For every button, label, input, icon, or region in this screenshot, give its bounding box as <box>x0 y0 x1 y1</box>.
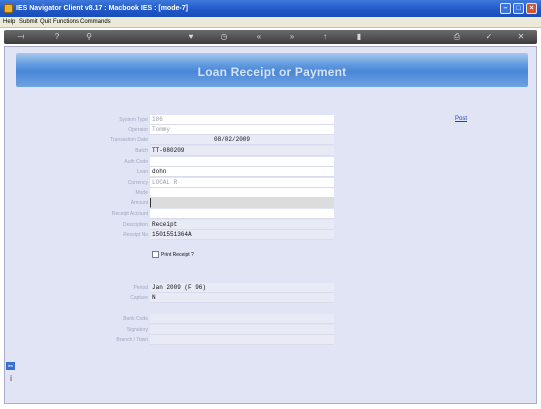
field-label: System Type <box>119 117 148 123</box>
signatory-field[interactable] <box>150 325 334 335</box>
transaction-date-field[interactable]: 08/02/2009 <box>150 135 334 145</box>
menu-submit[interactable]: Submit <box>19 19 38 25</box>
form-row-period: Period Jan 2009 (F 96) <box>80 283 334 293</box>
mode-field[interactable] <box>150 188 334 198</box>
post-link[interactable]: Post <box>455 116 467 122</box>
menu-bar: Help Submit Quit Functions Commands <box>0 17 541 28</box>
field-label: Bank Code <box>123 316 148 322</box>
close-icon[interactable]: ✕ <box>516 32 526 42</box>
description-field[interactable]: Receipt <box>150 220 334 230</box>
form-row-auth-code: Auth Code <box>80 157 334 167</box>
app-icon <box>4 4 13 13</box>
print-receipt-checkbox[interactable] <box>152 251 159 258</box>
batch-field[interactable]: TT-080209 <box>150 146 334 156</box>
ies-badge-icon[interactable]: ies <box>6 362 15 370</box>
form-row-receipt-account: Receipt Account <box>80 209 334 219</box>
document-icon[interactable]: ▮ <box>354 32 364 42</box>
clock-icon[interactable]: ◷ <box>219 32 229 42</box>
bank-code-field[interactable] <box>150 314 334 324</box>
title-bar: IES Navigator Client v8.17 : Macbook IES… <box>0 0 541 17</box>
print-receipt-label: Print Receipt ? <box>161 252 194 258</box>
form-row-mode: Mode <box>80 188 334 198</box>
help-icon[interactable]: ? <box>52 32 62 42</box>
receipt-no-field[interactable]: 1501551364A <box>150 230 334 240</box>
form-row-transaction-date: Transaction Date 08/02/2009 <box>80 135 334 145</box>
form-row-capture: Capture N <box>80 293 334 303</box>
form-row-bank-code: Bank Code <box>80 314 334 324</box>
close-window-button[interactable]: × <box>526 3 537 14</box>
amount-field[interactable] <box>150 198 334 208</box>
field-label: Receipt Account <box>111 211 148 217</box>
field-label: Operator <box>128 127 148 133</box>
menu-help[interactable]: Help <box>3 19 15 25</box>
field-label: Description <box>122 222 148 228</box>
form-row-batch: Batch TT-080209 <box>80 146 334 156</box>
field-label: Mode <box>135 190 148 196</box>
form-row-branch: Branch / Town <box>80 335 334 345</box>
exit-icon[interactable]: ⟞ <box>12 32 30 42</box>
menu-quit[interactable]: Quit <box>40 19 51 25</box>
period-field[interactable]: Jan 2009 (F 96) <box>150 283 334 293</box>
field-label: Branch / Town <box>116 337 148 343</box>
form-row-operator: Operator Tommy <box>80 125 334 135</box>
confirm-icon[interactable]: ✓ <box>484 32 494 42</box>
window-title: IES Navigator Client v8.17 : Macbook IES… <box>16 5 188 12</box>
form-row-currency: Currency LOCAL R <box>80 178 334 188</box>
form-row-loan: Loan dohn <box>80 167 334 177</box>
field-label: Loan <box>136 169 148 175</box>
field-label: Signatory <box>126 327 148 333</box>
capture-field[interactable]: N <box>150 293 334 303</box>
field-label: Auth Code <box>124 159 148 165</box>
menu-functions[interactable]: Functions <box>53 19 79 25</box>
branch-field[interactable] <box>150 335 334 345</box>
page-title: Loan Receipt or Payment <box>197 65 347 79</box>
field-label: Currency <box>127 180 148 186</box>
system-type-field[interactable]: 186 <box>150 115 334 125</box>
info-icon[interactable]: i <box>8 374 14 384</box>
back-icon[interactable]: « <box>254 32 264 42</box>
print-icon[interactable]: ⎙ <box>452 32 462 42</box>
field-label: Capture <box>130 295 148 301</box>
form-row-system-type: System Type 186 <box>80 115 334 125</box>
currency-field[interactable]: LOCAL R <box>150 178 334 188</box>
form-row-signatory: Signatory <box>80 325 334 335</box>
page-banner: Loan Receipt or Payment <box>16 53 528 87</box>
receipt-account-field[interactable] <box>150 209 334 219</box>
favorite-icon[interactable]: ♥ <box>186 32 196 42</box>
forward-icon[interactable]: » <box>287 32 297 42</box>
field-label: Period <box>133 285 148 291</box>
maximize-button[interactable]: □ <box>513 3 524 14</box>
form-row-description: Description Receipt <box>80 220 334 230</box>
field-label: Receipt No <box>123 232 148 238</box>
field-label: Transaction Date <box>110 137 148 143</box>
operator-field[interactable]: Tommy <box>150 125 334 135</box>
search-icon[interactable]: ⚲ <box>84 32 94 42</box>
auth-code-field[interactable] <box>150 157 334 167</box>
field-label: Amount <box>130 200 148 206</box>
form-row-receipt-no: Receipt No 1501551364A <box>80 230 334 240</box>
field-label: Batch <box>135 148 148 154</box>
minimize-button[interactable]: – <box>500 3 511 14</box>
loan-field[interactable]: dohn <box>150 167 334 177</box>
up-icon[interactable]: ↑ <box>320 32 330 42</box>
menu-commands[interactable]: Commands <box>80 19 111 25</box>
toolbar: ⟞ ? ⚲ ♥ ◷ « » ↑ ▮ ⎙ ✓ ✕ <box>4 30 537 44</box>
form-row-amount: Amount <box>80 198 334 208</box>
